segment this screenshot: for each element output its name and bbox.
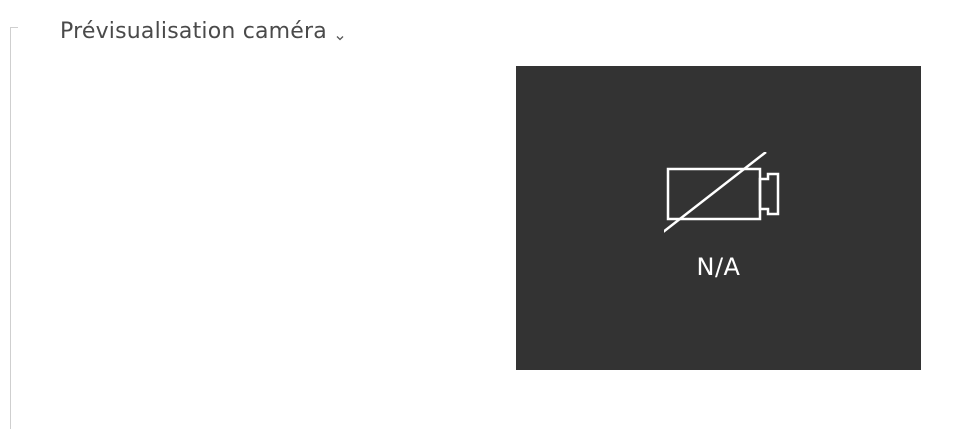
camera-preview-page: Prévisualisation caméra N/A [0,0,978,434]
camera-preview-section-toggle[interactable]: Prévisualisation caméra [60,14,345,48]
section-title: Prévisualisation caméra [60,18,327,44]
camera-status-text: N/A [696,253,741,281]
camera-preview-frame: N/A [516,66,921,370]
camera-off-icon [657,151,794,248]
chevron-down-icon [335,28,345,41]
section-bracket [10,27,18,429]
